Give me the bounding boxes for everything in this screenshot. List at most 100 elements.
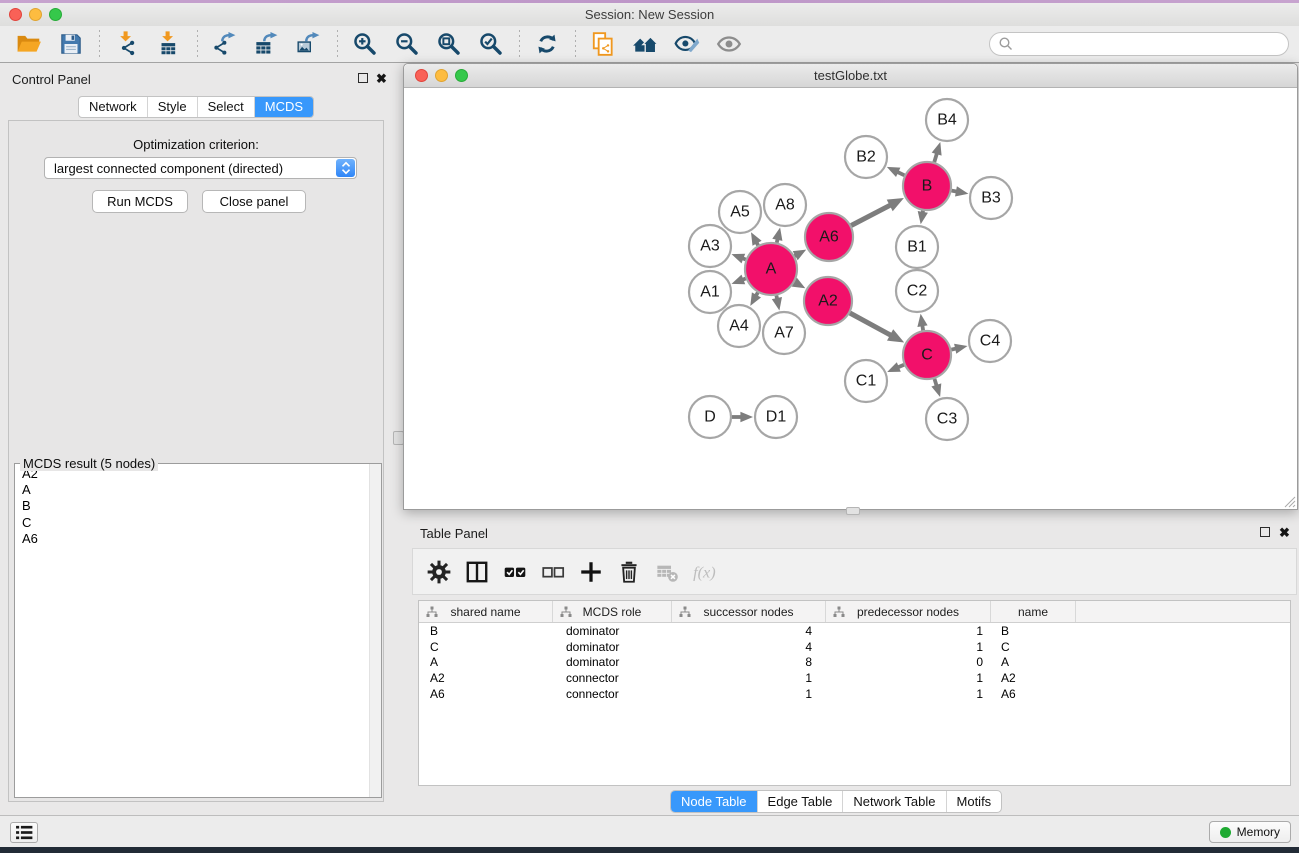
tab-select[interactable]: Select — [198, 97, 255, 117]
table-settings-button[interactable] — [420, 556, 458, 588]
tab-network-table[interactable]: Network Table — [843, 791, 946, 812]
criterion-dropdown[interactable]: largest connected component (directed) — [44, 157, 357, 179]
graph-edge-B-B3[interactable] — [952, 186, 969, 196]
graph-edge-D-D1[interactable] — [732, 412, 753, 422]
graph-node-A4[interactable]: A4 — [718, 305, 760, 347]
export-table-button[interactable] — [249, 28, 285, 60]
show-details-button[interactable] — [711, 28, 747, 60]
copy-network-button[interactable] — [585, 28, 621, 60]
tab-style[interactable]: Style — [148, 97, 198, 117]
graph-node-C2[interactable]: C2 — [896, 270, 938, 312]
network-table-divider-grip[interactable] — [846, 507, 860, 515]
graph-node-A8[interactable]: A8 — [764, 184, 806, 226]
graph-edge-A-A3[interactable] — [732, 254, 746, 264]
network-close-button[interactable] — [415, 69, 428, 82]
table-panel-close-icon[interactable]: ✖ — [1279, 526, 1290, 540]
graph-node-C[interactable]: C — [903, 331, 951, 379]
graph-edge-A-A7[interactable] — [772, 296, 782, 311]
network-maximize-button[interactable] — [455, 69, 468, 82]
table-row-A2[interactable]: A2connector11A2 — [419, 670, 1290, 686]
home-view-button[interactable] — [627, 28, 663, 60]
refresh-button[interactable] — [529, 28, 565, 60]
graph-node-B1[interactable]: B1 — [896, 226, 938, 268]
import-network-button[interactable] — [109, 28, 145, 60]
graph-node-A2[interactable]: A2 — [804, 277, 852, 325]
split-table-button[interactable] — [458, 556, 496, 588]
zoom-in-button[interactable] — [347, 28, 383, 60]
zoom-fit-button[interactable] — [431, 28, 467, 60]
search-field[interactable] — [989, 32, 1289, 56]
table-row-C[interactable]: Cdominator41C — [419, 639, 1290, 655]
tab-node-table[interactable]: Node Table — [671, 791, 758, 812]
graph-edge-C-C1[interactable] — [887, 362, 904, 372]
export-image-button[interactable] — [291, 28, 327, 60]
clear-selection-button[interactable] — [534, 556, 572, 588]
mcds-result-item-B[interactable]: B — [16, 498, 368, 514]
graph-edge-A-A8[interactable] — [772, 228, 782, 243]
column-header-name[interactable]: name — [991, 601, 1076, 622]
graph-edge-C-C4[interactable] — [951, 344, 967, 354]
tab-mcds[interactable]: MCDS — [255, 97, 313, 117]
graph-node-A1[interactable]: A1 — [689, 271, 731, 313]
control-panel-close-icon[interactable]: ✖ — [376, 72, 387, 86]
graph-node-B3[interactable]: B3 — [970, 177, 1012, 219]
search-input[interactable] — [1014, 37, 1288, 52]
column-header-MCDS-role[interactable]: MCDS role — [553, 601, 672, 622]
graph-node-B4[interactable]: B4 — [926, 99, 968, 141]
graph-node-C1[interactable]: C1 — [845, 360, 887, 402]
run-mcds-button[interactable]: Run MCDS — [92, 190, 188, 213]
close-panel-button[interactable]: Close panel — [202, 190, 306, 213]
graph-node-D[interactable]: D — [689, 396, 731, 438]
import-table-button[interactable] — [151, 28, 187, 60]
table-panel-float-icon[interactable] — [1260, 527, 1270, 537]
zoom-out-button[interactable] — [389, 28, 425, 60]
graph-node-B[interactable]: B — [903, 162, 951, 210]
graph-edge-C-C2[interactable] — [917, 314, 927, 331]
mcds-result-item-A6[interactable]: A6 — [16, 531, 368, 547]
delete-column-button[interactable] — [610, 556, 648, 588]
annotation-mode-button[interactable] — [669, 28, 705, 60]
select-all-button[interactable] — [496, 556, 534, 588]
open-session-button[interactable] — [11, 28, 47, 60]
table-row-B[interactable]: Bdominator41B — [419, 623, 1290, 639]
graph-edge-B-B1[interactable] — [918, 211, 928, 225]
column-header-successor-nodes[interactable]: successor nodes — [672, 601, 826, 622]
table-row-A6[interactable]: A6connector11A6 — [419, 686, 1290, 702]
table-row-A[interactable]: Adominator80A — [419, 655, 1290, 671]
graph-edge-B-B2[interactable] — [887, 167, 905, 177]
graph-node-A5[interactable]: A5 — [719, 191, 761, 233]
graph-node-C4[interactable]: C4 — [969, 320, 1011, 362]
network-minimize-button[interactable] — [435, 69, 448, 82]
graph-node-C3[interactable]: C3 — [926, 398, 968, 440]
memory-button[interactable]: Memory — [1209, 821, 1291, 843]
tab-edge-table[interactable]: Edge Table — [758, 791, 844, 812]
graph-node-A6[interactable]: A6 — [805, 213, 853, 261]
graph-edge-C-C3[interactable] — [931, 379, 941, 397]
graph-edge-B-B4[interactable] — [932, 142, 942, 162]
minimize-window-button[interactable] — [29, 8, 42, 21]
save-session-button[interactable] — [53, 28, 89, 60]
mcds-result-list[interactable]: A2ABCA6 — [16, 466, 368, 796]
graph-edge-A2-C[interactable] — [850, 313, 904, 343]
column-header-predecessor-nodes[interactable]: predecessor nodes — [826, 601, 991, 622]
column-header-shared-name[interactable]: shared name — [419, 601, 553, 622]
network-canvas[interactable]: B4 B2 B B3 A5A8A6 A3 A B1 A1 C2 A4A7A2 C4 C C1 C3 D D1 — [404, 89, 1297, 509]
resize-grip-icon[interactable] — [1282, 494, 1296, 508]
graph-node-A7[interactable]: A7 — [763, 312, 805, 354]
tab-motifs[interactable]: Motifs — [947, 791, 1002, 812]
graph-node-A3[interactable]: A3 — [689, 225, 731, 267]
maximize-window-button[interactable] — [49, 8, 62, 21]
close-window-button[interactable] — [9, 8, 22, 21]
graph-edge-A-A1[interactable] — [732, 275, 746, 285]
mcds-result-item-C[interactable]: C — [16, 515, 368, 531]
scrollbar-track[interactable] — [369, 464, 381, 797]
graph-node-D1[interactable]: D1 — [755, 396, 797, 438]
control-panel-float-icon[interactable] — [358, 73, 368, 83]
graph-node-B2[interactable]: B2 — [845, 136, 887, 178]
create-column-button[interactable] — [572, 556, 610, 588]
graph-edge-A6-B[interactable] — [851, 198, 904, 226]
graph-node-A[interactable]: A — [745, 243, 797, 295]
panel-selector-button[interactable] — [10, 822, 38, 843]
zoom-selected-button[interactable] — [473, 28, 509, 60]
graph-edge-A-A5[interactable] — [751, 232, 762, 246]
